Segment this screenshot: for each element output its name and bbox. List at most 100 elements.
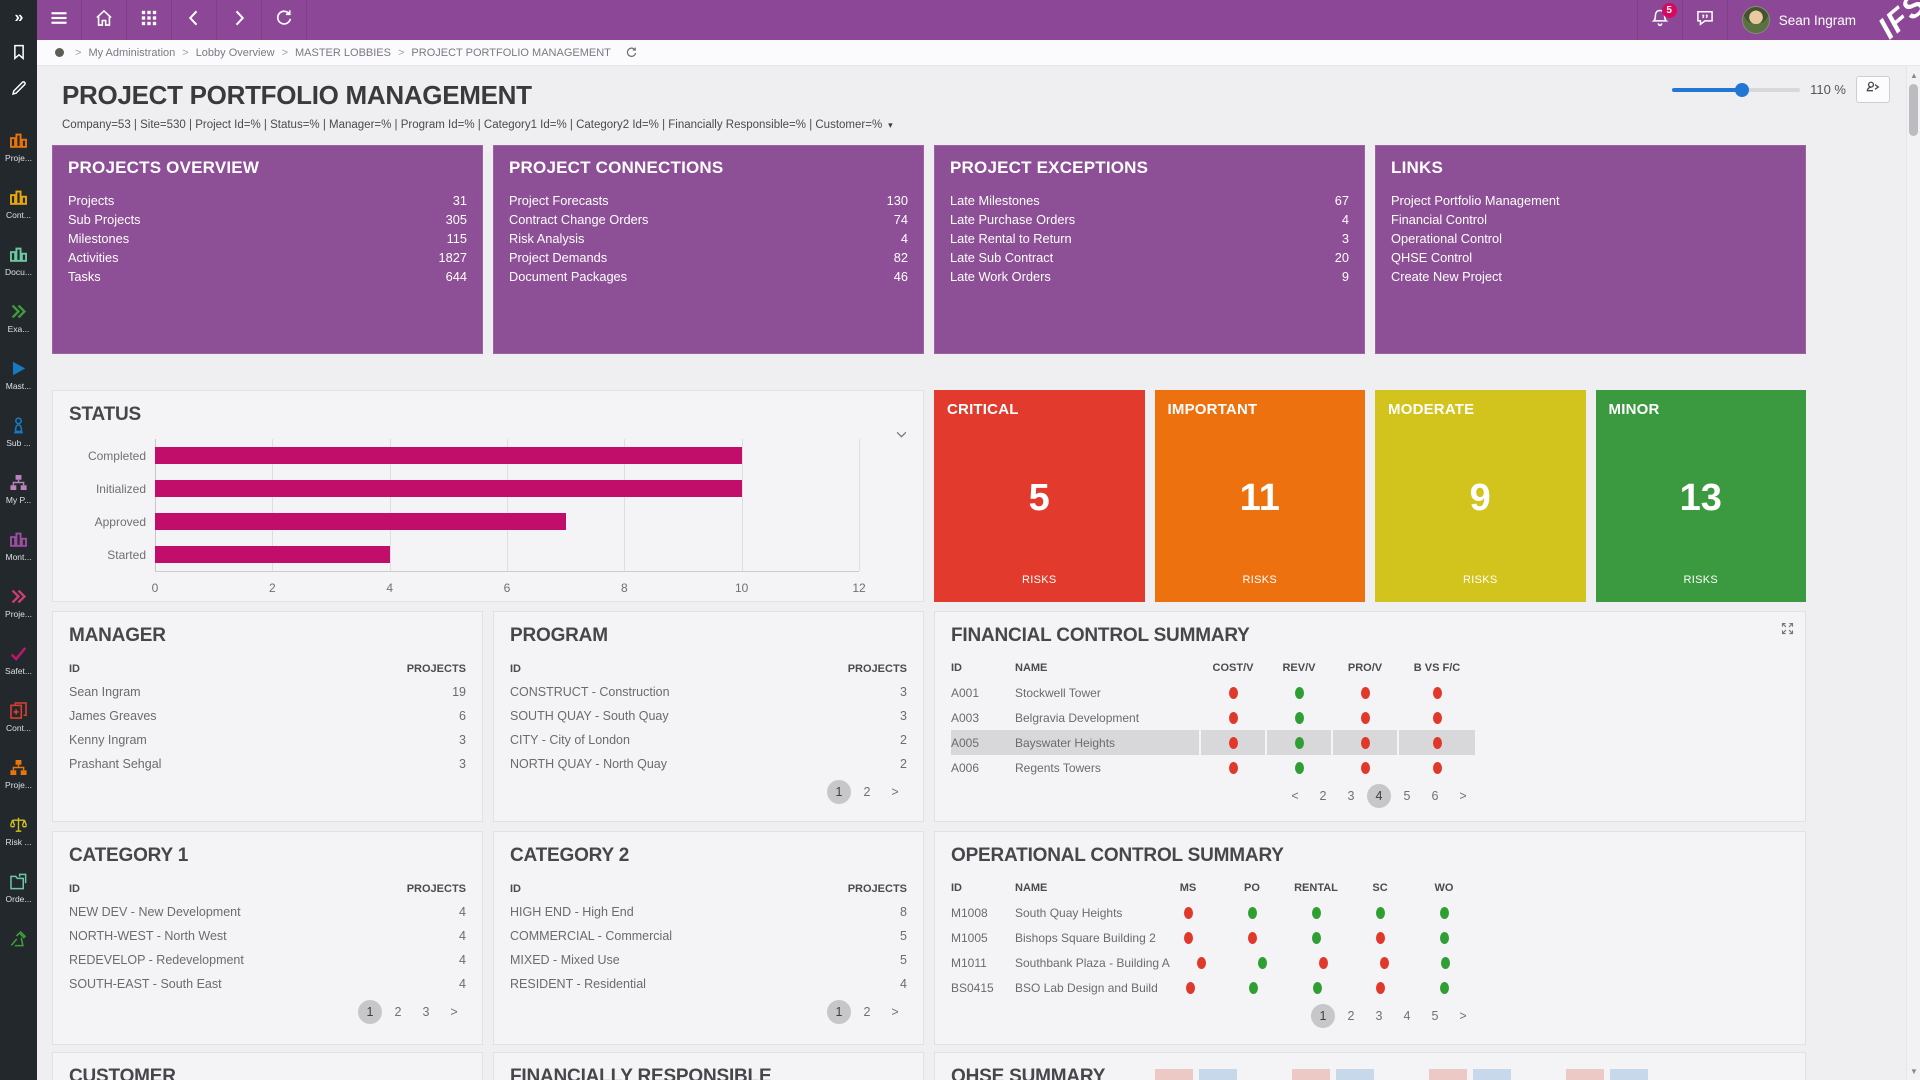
table-row[interactable]: NEW DEV - New Development4	[69, 900, 466, 924]
stat-row[interactable]: Project Forecasts130	[509, 191, 908, 210]
breadcrumb-item[interactable]: My Administration	[88, 47, 175, 59]
stat-row[interactable]: Projects31	[68, 191, 467, 210]
notifications-button[interactable]: 5	[1637, 0, 1682, 40]
pagination-next[interactable]: >	[883, 1000, 907, 1024]
pagination-next[interactable]: >	[1451, 1004, 1475, 1028]
table-row[interactable]: M1008South Quay Heights	[951, 900, 1475, 925]
table-row[interactable]: A001Stockwell Tower	[951, 680, 1475, 705]
chart-bar[interactable]	[155, 480, 742, 497]
pagination-page[interactable]: 1	[827, 780, 851, 804]
breadcrumb-item[interactable]: MASTER LOBBIES	[295, 47, 391, 59]
table-row[interactable]: COMMERCIAL - Commercial5	[510, 924, 907, 948]
breadcrumb-refresh-button[interactable]	[625, 46, 638, 59]
expand-icon[interactable]	[1780, 621, 1795, 641]
pagination-page[interactable]: 2	[1339, 1004, 1363, 1028]
card-link[interactable]: Create New Project	[1391, 267, 1790, 286]
pagination-page[interactable]: 3	[414, 1000, 438, 1024]
zoom-slider-handle[interactable]	[1735, 83, 1749, 97]
table-row[interactable]: HIGH END - High End8	[510, 900, 907, 924]
scrollbar-thumb[interactable]	[1909, 84, 1918, 136]
pagination-page[interactable]: 4	[1395, 1004, 1419, 1028]
pagination-page[interactable]: 4	[1367, 784, 1391, 808]
table-row[interactable]: BS0415BSO Lab Design and Build	[951, 975, 1475, 1000]
filter-summary[interactable]: Company=53 | Site=530 | Project Id=% | S…	[62, 119, 1920, 131]
pagination-page[interactable]: 2	[1311, 784, 1335, 808]
pagination-page[interactable]: 2	[855, 780, 879, 804]
table-row[interactable]: M1011Southbank Plaza - Building A	[951, 950, 1475, 975]
breadcrumb-item[interactable]: PROJECT PORTFOLIO MANAGEMENT	[411, 47, 610, 59]
sidebar-item[interactable]: My P...	[0, 466, 37, 523]
card-link[interactable]: QHSE Control	[1391, 248, 1790, 267]
stat-row[interactable]: Risk Analysis4	[509, 229, 908, 248]
pagination-page[interactable]: 5	[1395, 784, 1419, 808]
sidebar-item[interactable]: Risk ...	[0, 808, 37, 865]
scroll-up-arrow[interactable]: ▲	[1907, 68, 1920, 82]
table-row[interactable]: NORTH-WEST - North West4	[69, 924, 466, 948]
table-row[interactable]: SOUTH QUAY - South Quay3	[510, 704, 907, 728]
refresh-button[interactable]	[262, 0, 307, 40]
breadcrumb-item[interactable]: Lobby Overview	[196, 47, 275, 59]
user-menu[interactable]: Sean Ingram	[1727, 0, 1870, 40]
vertical-scrollbar[interactable]: ▲ ▼	[1906, 66, 1920, 1080]
stat-row[interactable]: Late Purchase Orders4	[950, 210, 1349, 229]
stat-row[interactable]: Document Packages46	[509, 267, 908, 286]
scroll-down-arrow[interactable]: ▼	[1907, 1064, 1920, 1078]
pagination-page[interactable]: 5	[1423, 1004, 1447, 1028]
forward-button[interactable]	[217, 0, 262, 40]
table-row[interactable]: Kenny Ingram3	[69, 728, 466, 752]
pagination-page[interactable]: 1	[827, 1000, 851, 1024]
sidebar-item[interactable]: Mast...	[0, 352, 37, 409]
card-link[interactable]: Project Portfolio Management	[1391, 191, 1790, 210]
sidebar-item[interactable]: Proje...	[0, 580, 37, 637]
sidebar-item[interactable]: Proje...	[0, 124, 37, 181]
table-row[interactable]: CONSTRUCT - Construction3	[510, 680, 907, 704]
chart-bar[interactable]	[155, 447, 742, 464]
messages-button[interactable]	[1682, 0, 1727, 40]
risk-card[interactable]: CRITICAL5RISKS	[934, 390, 1145, 602]
risk-card[interactable]: MODERATE9RISKS	[1375, 390, 1586, 602]
sidebar-item[interactable]: Safet...	[0, 637, 37, 694]
stat-row[interactable]: Activities1827	[68, 248, 467, 267]
stat-row[interactable]: Sub Projects305	[68, 210, 467, 229]
back-button[interactable]	[172, 0, 217, 40]
pagination-next[interactable]: >	[442, 1000, 466, 1024]
home-button[interactable]	[82, 0, 127, 40]
edit-lobby-button[interactable]	[0, 72, 37, 108]
pagination-page[interactable]: 2	[386, 1000, 410, 1024]
sidebar-item[interactable]	[0, 922, 37, 979]
sidebar-expand-button[interactable]: »	[0, 0, 37, 36]
table-row[interactable]: SOUTH-EAST - South East4	[69, 972, 466, 996]
table-row[interactable]: A003Belgravia Development	[951, 705, 1475, 730]
zoom-slider[interactable]	[1672, 83, 1800, 97]
risk-card[interactable]: IMPORTANT11RISKS	[1155, 390, 1366, 602]
table-row[interactable]: MIXED - Mixed Use5	[510, 948, 907, 972]
stat-row[interactable]: Late Milestones67	[950, 191, 1349, 210]
stat-row[interactable]: Tasks644	[68, 267, 467, 286]
stat-row[interactable]: Milestones115	[68, 229, 467, 248]
pagination-page[interactable]: 3	[1367, 1004, 1391, 1028]
pagination-page[interactable]: 1	[358, 1000, 382, 1024]
menu-button[interactable]	[37, 0, 82, 40]
sidebar-item[interactable]: Cont...	[0, 694, 37, 751]
table-row[interactable]: Prashant Sehgal3	[69, 752, 466, 776]
table-row[interactable]: REDEVELOP - Redevelopment4	[69, 948, 466, 972]
chart-bar[interactable]	[155, 513, 566, 530]
table-row[interactable]: A006Regents Towers	[951, 755, 1475, 780]
pagination-page[interactable]: 6	[1423, 784, 1447, 808]
table-row[interactable]: NORTH QUAY - North Quay2	[510, 752, 907, 776]
card-link[interactable]: Operational Control	[1391, 229, 1790, 248]
table-row[interactable]: RESIDENT - Residential4	[510, 972, 907, 996]
stat-row[interactable]: Late Sub Contract20	[950, 248, 1349, 267]
pagination-next[interactable]: >	[1451, 784, 1475, 808]
zoom-options-button[interactable]	[1856, 76, 1890, 103]
sidebar-item[interactable]: Orde...	[0, 865, 37, 922]
stat-row[interactable]: Contract Change Orders74	[509, 210, 908, 229]
stat-row[interactable]: Project Demands82	[509, 248, 908, 267]
table-row[interactable]: A005Bayswater Heights	[951, 730, 1475, 755]
sidebar-item[interactable]: Mont...	[0, 523, 37, 580]
risk-card[interactable]: MINOR13RISKS	[1596, 390, 1807, 602]
stat-row[interactable]: Late Rental to Return3	[950, 229, 1349, 248]
card-link[interactable]: Financial Control	[1391, 210, 1790, 229]
table-row[interactable]: Sean Ingram19	[69, 680, 466, 704]
sidebar-item[interactable]: Cont...	[0, 181, 37, 238]
